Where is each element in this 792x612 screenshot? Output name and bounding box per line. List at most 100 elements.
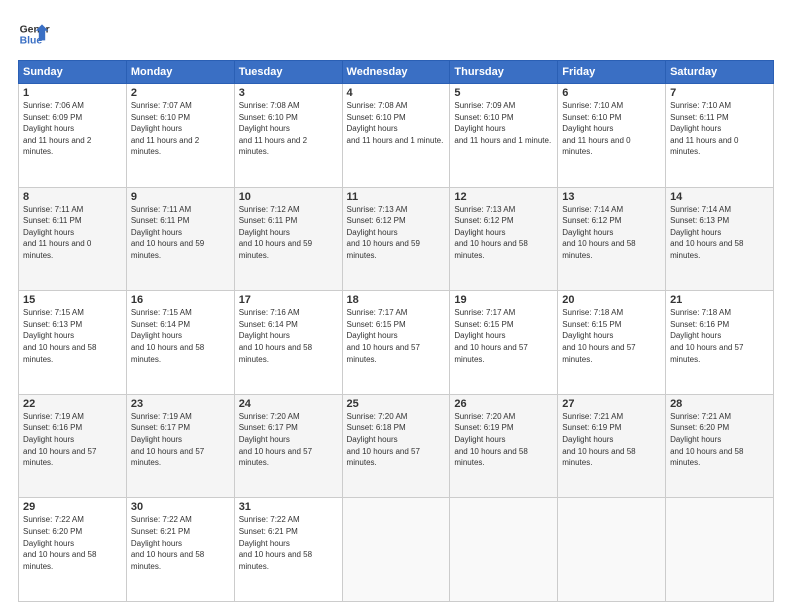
day-cell: 2Sunrise: 7:07 AMSunset: 6:10 PMDaylight… — [126, 84, 234, 188]
day-info: Sunrise: 7:20 AMSunset: 6:19 PMDaylight … — [454, 411, 553, 469]
day-info: Sunrise: 7:16 AMSunset: 6:14 PMDaylight … — [239, 307, 338, 365]
day-info: Sunrise: 7:08 AMSunset: 6:10 PMDaylight … — [239, 100, 338, 158]
weekday-header-wednesday: Wednesday — [342, 61, 450, 84]
day-info: Sunrise: 7:22 AMSunset: 6:21 PMDaylight … — [131, 514, 230, 572]
day-number: 13 — [562, 191, 661, 203]
day-cell: 1Sunrise: 7:06 AMSunset: 6:09 PMDaylight… — [19, 84, 127, 188]
day-cell: 30Sunrise: 7:22 AMSunset: 6:21 PMDayligh… — [126, 498, 234, 602]
day-number: 22 — [23, 398, 122, 410]
day-number: 4 — [347, 87, 446, 99]
day-info: Sunrise: 7:21 AMSunset: 6:20 PMDaylight … — [670, 411, 769, 469]
weekday-header-thursday: Thursday — [450, 61, 558, 84]
weekday-header-tuesday: Tuesday — [234, 61, 342, 84]
day-number: 18 — [347, 294, 446, 306]
week-row-5: 29Sunrise: 7:22 AMSunset: 6:20 PMDayligh… — [19, 498, 774, 602]
weekday-header-friday: Friday — [558, 61, 666, 84]
weekday-header-row: SundayMondayTuesdayWednesdayThursdayFrid… — [19, 61, 774, 84]
day-info: Sunrise: 7:15 AMSunset: 6:14 PMDaylight … — [131, 307, 230, 365]
calendar-table: SundayMondayTuesdayWednesdayThursdayFrid… — [18, 60, 774, 602]
day-cell: 9Sunrise: 7:11 AMSunset: 6:11 PMDaylight… — [126, 187, 234, 291]
day-info: Sunrise: 7:19 AMSunset: 6:16 PMDaylight … — [23, 411, 122, 469]
day-cell: 31Sunrise: 7:22 AMSunset: 6:21 PMDayligh… — [234, 498, 342, 602]
day-number: 16 — [131, 294, 230, 306]
day-number: 26 — [454, 398, 553, 410]
day-info: Sunrise: 7:13 AMSunset: 6:12 PMDaylight … — [347, 204, 446, 262]
day-cell: 20Sunrise: 7:18 AMSunset: 6:15 PMDayligh… — [558, 291, 666, 395]
day-info: Sunrise: 7:20 AMSunset: 6:17 PMDaylight … — [239, 411, 338, 469]
day-info: Sunrise: 7:10 AMSunset: 6:11 PMDaylight … — [670, 100, 769, 158]
day-info: Sunrise: 7:07 AMSunset: 6:10 PMDaylight … — [131, 100, 230, 158]
day-number: 28 — [670, 398, 769, 410]
day-cell: 3Sunrise: 7:08 AMSunset: 6:10 PMDaylight… — [234, 84, 342, 188]
week-row-4: 22Sunrise: 7:19 AMSunset: 6:16 PMDayligh… — [19, 394, 774, 498]
day-cell: 6Sunrise: 7:10 AMSunset: 6:10 PMDaylight… — [558, 84, 666, 188]
day-number: 23 — [131, 398, 230, 410]
day-cell: 23Sunrise: 7:19 AMSunset: 6:17 PMDayligh… — [126, 394, 234, 498]
day-info: Sunrise: 7:11 AMSunset: 6:11 PMDaylight … — [131, 204, 230, 262]
day-number: 24 — [239, 398, 338, 410]
day-number: 20 — [562, 294, 661, 306]
day-cell: 24Sunrise: 7:20 AMSunset: 6:17 PMDayligh… — [234, 394, 342, 498]
day-info: Sunrise: 7:06 AMSunset: 6:09 PMDaylight … — [23, 100, 122, 158]
day-info: Sunrise: 7:12 AMSunset: 6:11 PMDaylight … — [239, 204, 338, 262]
day-number: 15 — [23, 294, 122, 306]
day-cell: 10Sunrise: 7:12 AMSunset: 6:11 PMDayligh… — [234, 187, 342, 291]
day-cell: 17Sunrise: 7:16 AMSunset: 6:14 PMDayligh… — [234, 291, 342, 395]
day-cell: 12Sunrise: 7:13 AMSunset: 6:12 PMDayligh… — [450, 187, 558, 291]
day-number: 3 — [239, 87, 338, 99]
day-cell: 13Sunrise: 7:14 AMSunset: 6:12 PMDayligh… — [558, 187, 666, 291]
day-info: Sunrise: 7:20 AMSunset: 6:18 PMDaylight … — [347, 411, 446, 469]
day-cell: 11Sunrise: 7:13 AMSunset: 6:12 PMDayligh… — [342, 187, 450, 291]
week-row-1: 1Sunrise: 7:06 AMSunset: 6:09 PMDaylight… — [19, 84, 774, 188]
day-info: Sunrise: 7:18 AMSunset: 6:16 PMDaylight … — [670, 307, 769, 365]
day-info: Sunrise: 7:14 AMSunset: 6:12 PMDaylight … — [562, 204, 661, 262]
day-number: 19 — [454, 294, 553, 306]
day-number: 27 — [562, 398, 661, 410]
day-info: Sunrise: 7:17 AMSunset: 6:15 PMDaylight … — [347, 307, 446, 365]
day-info: Sunrise: 7:22 AMSunset: 6:21 PMDaylight … — [239, 514, 338, 572]
day-cell: 18Sunrise: 7:17 AMSunset: 6:15 PMDayligh… — [342, 291, 450, 395]
calendar-page: General Blue SundayMondayTuesdayWednesda… — [0, 0, 792, 612]
day-cell: 27Sunrise: 7:21 AMSunset: 6:19 PMDayligh… — [558, 394, 666, 498]
day-cell — [342, 498, 450, 602]
logo-icon: General Blue — [18, 18, 50, 50]
day-number: 30 — [131, 501, 230, 513]
logo: General Blue — [18, 18, 50, 50]
day-number: 11 — [347, 191, 446, 203]
day-cell — [558, 498, 666, 602]
day-cell: 7Sunrise: 7:10 AMSunset: 6:11 PMDaylight… — [666, 84, 774, 188]
day-number: 8 — [23, 191, 122, 203]
day-number: 25 — [347, 398, 446, 410]
day-info: Sunrise: 7:13 AMSunset: 6:12 PMDaylight … — [454, 204, 553, 262]
day-info: Sunrise: 7:11 AMSunset: 6:11 PMDaylight … — [23, 204, 122, 262]
day-info: Sunrise: 7:19 AMSunset: 6:17 PMDaylight … — [131, 411, 230, 469]
day-number: 12 — [454, 191, 553, 203]
day-cell: 15Sunrise: 7:15 AMSunset: 6:13 PMDayligh… — [19, 291, 127, 395]
day-number: 5 — [454, 87, 553, 99]
day-number: 17 — [239, 294, 338, 306]
day-info: Sunrise: 7:10 AMSunset: 6:10 PMDaylight … — [562, 100, 661, 158]
day-number: 29 — [23, 501, 122, 513]
day-info: Sunrise: 7:14 AMSunset: 6:13 PMDaylight … — [670, 204, 769, 262]
day-cell: 8Sunrise: 7:11 AMSunset: 6:11 PMDaylight… — [19, 187, 127, 291]
header: General Blue — [18, 18, 774, 50]
day-cell: 21Sunrise: 7:18 AMSunset: 6:16 PMDayligh… — [666, 291, 774, 395]
day-info: Sunrise: 7:17 AMSunset: 6:15 PMDaylight … — [454, 307, 553, 365]
weekday-header-saturday: Saturday — [666, 61, 774, 84]
day-cell: 29Sunrise: 7:22 AMSunset: 6:20 PMDayligh… — [19, 498, 127, 602]
day-number: 1 — [23, 87, 122, 99]
day-number: 21 — [670, 294, 769, 306]
day-number: 6 — [562, 87, 661, 99]
day-number: 7 — [670, 87, 769, 99]
day-info: Sunrise: 7:08 AMSunset: 6:10 PMDaylight … — [347, 100, 446, 146]
day-cell: 19Sunrise: 7:17 AMSunset: 6:15 PMDayligh… — [450, 291, 558, 395]
day-number: 2 — [131, 87, 230, 99]
day-cell: 28Sunrise: 7:21 AMSunset: 6:20 PMDayligh… — [666, 394, 774, 498]
day-info: Sunrise: 7:21 AMSunset: 6:19 PMDaylight … — [562, 411, 661, 469]
day-number: 10 — [239, 191, 338, 203]
day-cell: 26Sunrise: 7:20 AMSunset: 6:19 PMDayligh… — [450, 394, 558, 498]
day-info: Sunrise: 7:09 AMSunset: 6:10 PMDaylight … — [454, 100, 553, 146]
day-info: Sunrise: 7:15 AMSunset: 6:13 PMDaylight … — [23, 307, 122, 365]
day-cell — [450, 498, 558, 602]
day-cell: 16Sunrise: 7:15 AMSunset: 6:14 PMDayligh… — [126, 291, 234, 395]
